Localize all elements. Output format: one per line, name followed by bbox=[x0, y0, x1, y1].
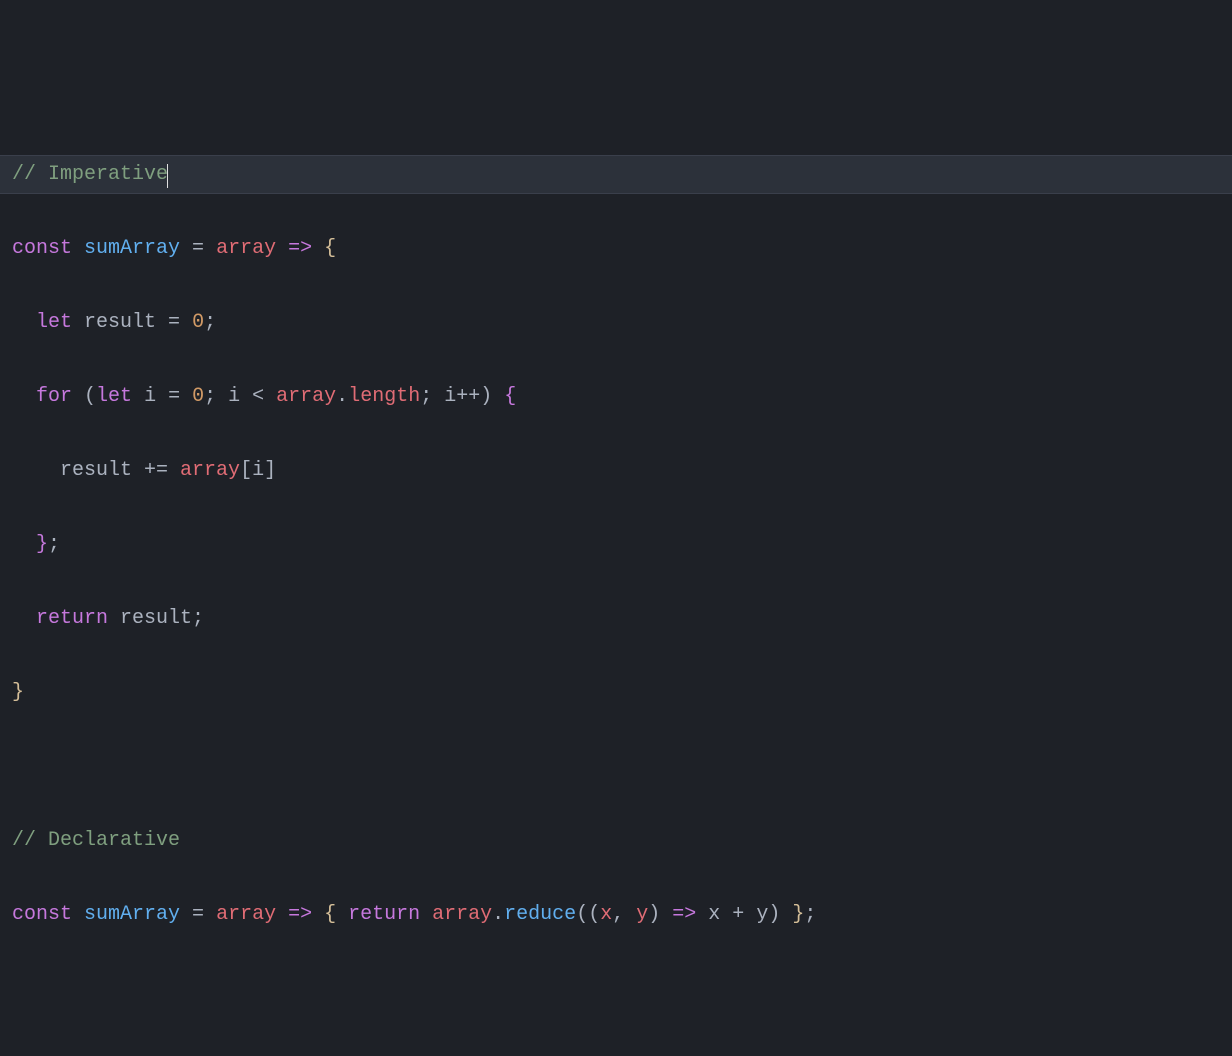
code-line-7: return result; bbox=[12, 600, 1220, 637]
code-line-8: } bbox=[12, 674, 1220, 711]
code-line-6: }; bbox=[12, 526, 1220, 563]
code-line-2: const sumArray = array => { bbox=[12, 230, 1220, 267]
code-editor[interactable]: // Imperative const sumArray = array => … bbox=[12, 155, 1220, 933]
code-line-4: for (let i = 0; i < array.length; i++) { bbox=[12, 378, 1220, 415]
text-cursor bbox=[167, 164, 168, 188]
code-line-11: const sumArray = array => { return array… bbox=[12, 896, 1220, 933]
code-line-5: result += array[i] bbox=[12, 452, 1220, 489]
comment-imperative: // Imperative bbox=[12, 163, 168, 186]
code-line-1: // Imperative bbox=[0, 155, 1232, 194]
code-line-10: // Declarative bbox=[12, 822, 1220, 859]
code-line-9 bbox=[12, 748, 1220, 785]
comment-declarative: // Declarative bbox=[12, 829, 180, 852]
code-line-3: let result = 0; bbox=[12, 304, 1220, 341]
